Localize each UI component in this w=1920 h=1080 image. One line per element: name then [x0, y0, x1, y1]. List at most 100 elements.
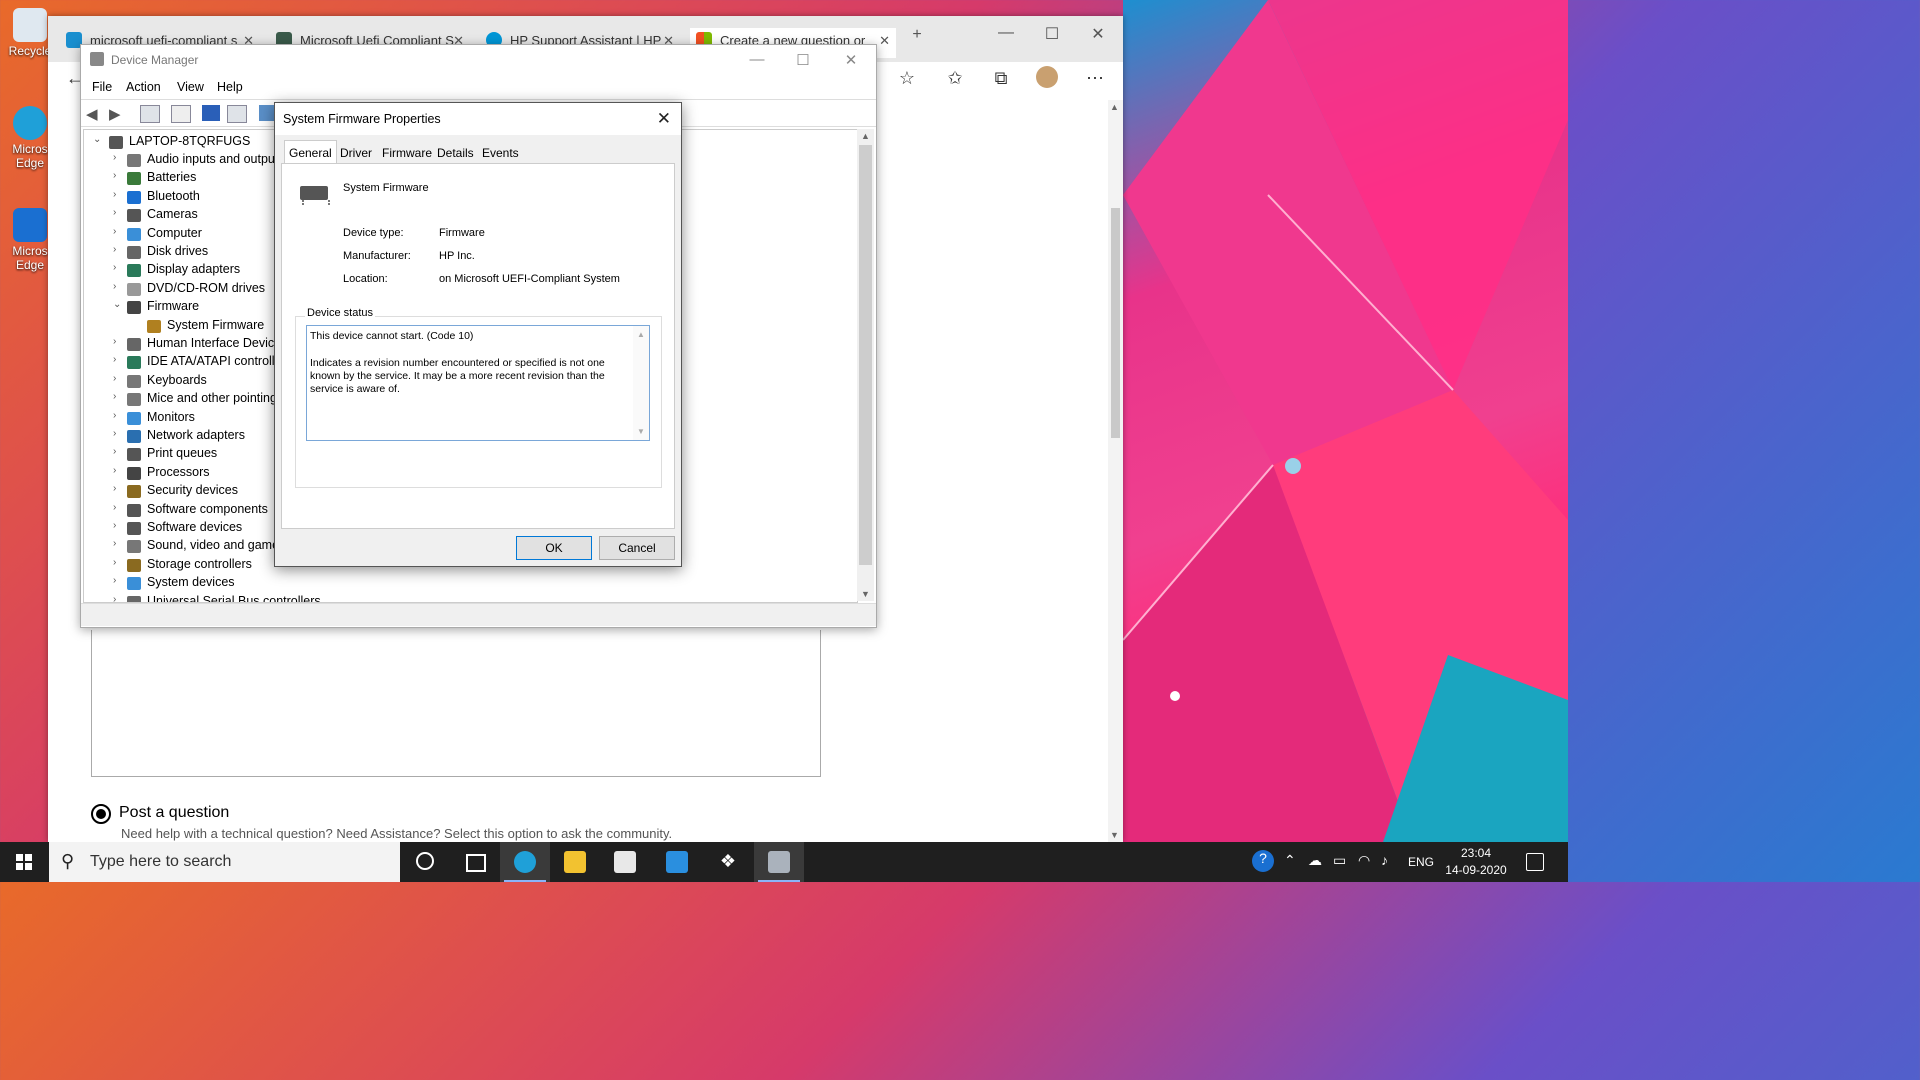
close-dialog-icon[interactable]: ✕	[657, 109, 671, 129]
chevron-right-icon[interactable]: ›	[113, 520, 116, 531]
chevron-right-icon[interactable]: ›	[113, 354, 116, 365]
tree-item-label: Software devices	[147, 520, 243, 534]
chevron-right-icon[interactable]: ›	[113, 226, 116, 237]
chevron-right-icon[interactable]: ›	[113, 189, 116, 200]
cortana-button[interactable]	[400, 842, 450, 882]
notifications-icon[interactable]	[1526, 853, 1544, 871]
forward-arrow-icon[interactable]: ▶	[109, 105, 127, 123]
taskbar-file-explorer[interactable]	[550, 842, 600, 882]
chevron-right-icon[interactable]: ›	[113, 336, 116, 347]
taskbar-device-manager[interactable]	[754, 842, 804, 882]
device-tree-scrollbar[interactable]: ▲ ▼	[857, 129, 874, 601]
post-question-radio[interactable]	[91, 804, 111, 824]
desktop-icon-edge[interactable]: Micros Edge	[6, 106, 54, 170]
profile-avatar[interactable]	[1032, 66, 1062, 93]
tab-driver[interactable]: Driver	[336, 143, 376, 163]
chevron-right-icon[interactable]: ›	[113, 410, 116, 421]
back-arrow-icon[interactable]: ◀	[86, 105, 104, 123]
close-tab-icon[interactable]: ✕	[879, 33, 890, 49]
help-icon[interactable]: ?	[1252, 850, 1274, 872]
maximize-icon[interactable]: ☐	[1029, 24, 1075, 44]
scroll-up-icon[interactable]: ▲	[637, 330, 645, 339]
chevron-right-icon[interactable]: ›	[113, 557, 116, 568]
close-window-icon[interactable]: ✕	[831, 51, 871, 69]
scrollbar-thumb[interactable]	[859, 145, 872, 565]
scroll-down-icon[interactable]: ▼	[637, 427, 645, 436]
collections-icon[interactable]: ⧉	[986, 68, 1016, 89]
page-scrollbar[interactable]: ▲ ▼	[1108, 100, 1123, 842]
battery-icon[interactable]: ▭	[1333, 852, 1346, 869]
menu-file[interactable]: File	[92, 80, 112, 94]
chevron-right-icon[interactable]: ›	[113, 391, 116, 402]
clock[interactable]: 23:04 14-09-2020	[1441, 845, 1511, 879]
scroll-up-icon[interactable]: ▲	[861, 131, 870, 141]
onedrive-icon[interactable]: ☁	[1308, 852, 1322, 869]
chevron-right-icon[interactable]: ›	[113, 373, 116, 384]
device-category-icon	[127, 540, 141, 554]
desktop-icon-edge-legacy[interactable]: Micros Edge	[6, 208, 54, 272]
tree-item-label: Cameras	[147, 207, 198, 222]
tab-general[interactable]: General	[284, 140, 337, 165]
chevron-right-icon[interactable]: ›	[113, 170, 116, 181]
tab-details[interactable]: Details	[433, 143, 478, 163]
chevron-right-icon[interactable]: ›	[113, 446, 116, 457]
taskbar-store[interactable]	[600, 842, 650, 882]
menu-action[interactable]: Action	[126, 80, 161, 94]
tree-item-label: Security devices	[147, 483, 239, 498]
tab-firmware[interactable]: Firmware	[378, 143, 436, 163]
chevron-right-icon[interactable]: ›	[113, 244, 116, 255]
tree-item-label: System devices	[147, 575, 235, 590]
task-view-button[interactable]	[450, 842, 500, 882]
chevron-down-icon[interactable]: ⌄	[93, 134, 101, 145]
taskbar-mail[interactable]	[652, 842, 702, 882]
new-tab-button[interactable]: +	[894, 26, 940, 44]
status-scrollbar[interactable]: ▲ ▼	[633, 326, 649, 440]
chevron-right-icon[interactable]: ›	[113, 575, 116, 586]
taskbar-dropbox[interactable]: ❖	[703, 842, 753, 882]
chevron-right-icon[interactable]: ›	[113, 483, 116, 494]
chevron-right-icon[interactable]: ›	[113, 594, 116, 602]
scrollbar-thumb[interactable]	[1111, 208, 1120, 438]
settings-more-icon[interactable]: ⋯	[1080, 68, 1110, 89]
chevron-right-icon[interactable]: ›	[113, 281, 116, 292]
chevron-right-icon[interactable]: ›	[113, 262, 116, 273]
maximize-icon[interactable]: ☐	[783, 51, 823, 69]
close-window-icon[interactable]: ✕	[1075, 24, 1121, 44]
scroll-down-icon[interactable]: ▼	[861, 589, 870, 599]
ok-button[interactable]: OK	[516, 536, 592, 560]
taskbar-search-box[interactable]: ⚲ Type here to search	[49, 842, 400, 882]
chevron-right-icon[interactable]: ›	[113, 207, 116, 218]
wifi-icon[interactable]: ◠	[1358, 852, 1370, 869]
device-status-textbox[interactable]: This device cannot start. (Code 10) Indi…	[306, 325, 650, 441]
menu-view[interactable]: View	[177, 80, 204, 94]
device-category-icon	[127, 466, 141, 480]
chevron-right-icon[interactable]: ›	[113, 538, 116, 549]
minimize-icon[interactable]: —	[983, 24, 1029, 42]
volume-icon[interactable]: ♪	[1381, 852, 1388, 868]
chevron-up-icon[interactable]: ⌃	[1284, 852, 1296, 869]
scroll-up-icon[interactable]: ▲	[1110, 102, 1119, 112]
favorite-star-icon[interactable]: ☆	[892, 68, 922, 89]
properties-icon[interactable]	[171, 105, 191, 123]
show-hide-tree-icon[interactable]	[140, 105, 160, 123]
taskbar-edge[interactable]	[500, 842, 550, 882]
update-driver-icon[interactable]	[227, 105, 247, 123]
tab-events[interactable]: Events	[478, 143, 523, 163]
scroll-down-icon[interactable]: ▼	[1110, 830, 1119, 840]
help-icon[interactable]	[202, 105, 220, 121]
question-textbox[interactable]	[91, 630, 821, 777]
cancel-button[interactable]: Cancel	[599, 536, 675, 560]
favorites-list-icon[interactable]: ✩	[940, 68, 970, 89]
edge-icon	[514, 851, 536, 873]
minimize-icon[interactable]: —	[737, 51, 777, 68]
chevron-right-icon[interactable]: ›	[113, 428, 116, 439]
chevron-right-icon[interactable]: ›	[113, 502, 116, 513]
language-indicator[interactable]: ENG	[1408, 855, 1434, 869]
chevron-right-icon[interactable]: ›	[113, 152, 116, 163]
chevron-down-icon[interactable]: ⌄	[113, 299, 121, 310]
start-button[interactable]	[0, 842, 48, 882]
chevron-right-icon[interactable]: ›	[113, 465, 116, 476]
device-category-icon	[127, 154, 141, 167]
desktop-icon-recycle-bin[interactable]: Recycle	[6, 8, 54, 58]
menu-help[interactable]: Help	[217, 80, 243, 94]
